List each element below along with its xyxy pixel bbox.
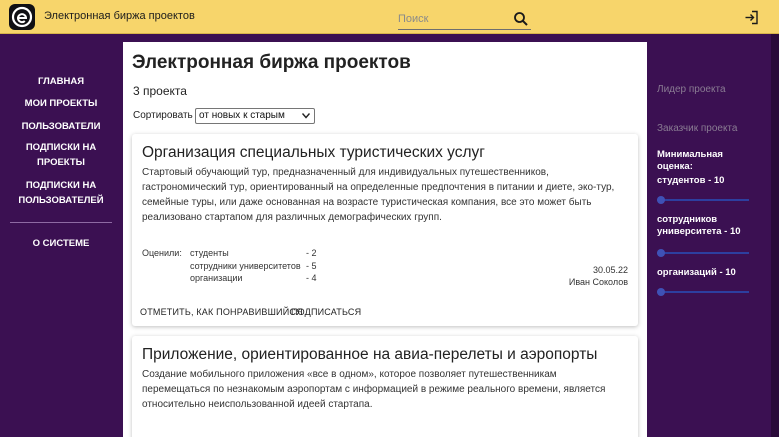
- ratings-label: Оценили:: [142, 248, 182, 258]
- project-count: 3 проекта: [133, 84, 187, 98]
- customer-filter[interactable]: Заказчик проекта: [657, 123, 737, 134]
- search-icon[interactable]: [513, 11, 529, 27]
- sidebar-divider: [10, 222, 112, 223]
- search-input[interactable]: [398, 10, 508, 28]
- organizations-rating-slider[interactable]: [657, 288, 749, 296]
- slider-thumb[interactable]: [657, 249, 665, 257]
- rating-row: студенты - 2: [190, 248, 320, 258]
- like-button[interactable]: ОТМЕТИТЬ, КАК ПОНРАВИВШИЙСЯ: [140, 307, 303, 317]
- rating-value: - 5: [306, 261, 317, 271]
- slider-label-students: студентов - 10: [657, 175, 725, 186]
- slider-track: [657, 291, 749, 293]
- leader-filter[interactable]: Лидер проекта: [657, 84, 726, 95]
- sidebar-item-about[interactable]: О СИСТЕМЕ: [8, 236, 114, 251]
- rating-label: сотрудники университетов: [190, 261, 301, 271]
- filter-panel: Лидер проекта Заказчик проекта Минимальн…: [648, 34, 771, 437]
- project-title[interactable]: Приложение, ориентированное на авиа-пере…: [142, 346, 597, 364]
- project-card: Организация специальных туристических ус…: [132, 134, 638, 326]
- project-description: Создание мобильного приложения «все в од…: [142, 369, 606, 410]
- logout-icon[interactable]: [744, 10, 759, 25]
- chevron-down-icon: [302, 113, 310, 119]
- sort-select-value: от новых к старым: [199, 110, 285, 121]
- page-title: Электронная биржа проектов: [132, 52, 411, 73]
- slider-thumb[interactable]: [657, 288, 665, 296]
- project-author[interactable]: Иван Соколов: [569, 277, 628, 287]
- sort-label: Сортировать: [133, 110, 193, 121]
- sidebar-item-user-subscriptions[interactable]: ПОДПИСКИ НА ПОЛЬЗОВАТЕЛЕЙ: [18, 178, 104, 208]
- students-rating-slider[interactable]: [657, 196, 749, 204]
- project-title[interactable]: Организация специальных туристических ус…: [142, 144, 485, 162]
- slider-label-organizations: организаций - 10: [657, 267, 736, 278]
- project-date: 30.05.22: [592, 265, 628, 275]
- project-description: Стартовый обучающий тур, предназначенный…: [142, 167, 615, 223]
- rating-row: организации - 4: [190, 273, 320, 283]
- project-card: Приложение, ориентированное на авиа-пере…: [132, 336, 638, 437]
- slider-track: [657, 199, 749, 201]
- sort-select[interactable]: от новых к старым: [195, 108, 315, 124]
- sidebar-nav: ГЛАВНАЯ МОИ ПРОЕКТЫ ПОЛЬЗОВАТЕЛИ ПОДПИСК…: [0, 34, 122, 437]
- rating-row: сотрудники университетов - 5: [190, 261, 320, 271]
- subscribe-button[interactable]: ПОДПИСАТЬСЯ: [291, 307, 361, 317]
- main-content: Электронная биржа проектов 3 проекта Сор…: [123, 42, 647, 437]
- sidebar-item-project-subscriptions[interactable]: ПОДПИСКИ НА ПРОЕКТЫ: [24, 140, 98, 170]
- min-rating-title: Минимальная оценка:: [657, 149, 723, 172]
- rating-label: организации: [190, 273, 243, 283]
- sidebar-item-users[interactable]: ПОЛЬЗОВАТЕЛИ: [8, 119, 114, 134]
- sidebar-item-my-projects[interactable]: МОИ ПРОЕКТЫ: [8, 96, 114, 111]
- slider-track: [657, 252, 749, 254]
- page-scrollbar[interactable]: [771, 34, 779, 437]
- slider-label-university-staff: сотрудников университета - 10: [657, 214, 741, 237]
- slider-thumb[interactable]: [657, 196, 665, 204]
- top-app-bar: Электронная биржа проектов: [0, 0, 779, 34]
- rating-value: - 2: [306, 248, 317, 258]
- app-title: Электронная биржа проектов: [44, 10, 195, 22]
- sidebar-item-home[interactable]: ГЛАВНАЯ: [8, 74, 114, 89]
- app-logo[interactable]: [9, 4, 35, 30]
- rating-label: студенты: [190, 248, 229, 258]
- search-box: [398, 10, 531, 30]
- logo-icon: [11, 6, 33, 28]
- university-staff-rating-slider[interactable]: [657, 249, 749, 257]
- rating-value: - 4: [306, 273, 317, 283]
